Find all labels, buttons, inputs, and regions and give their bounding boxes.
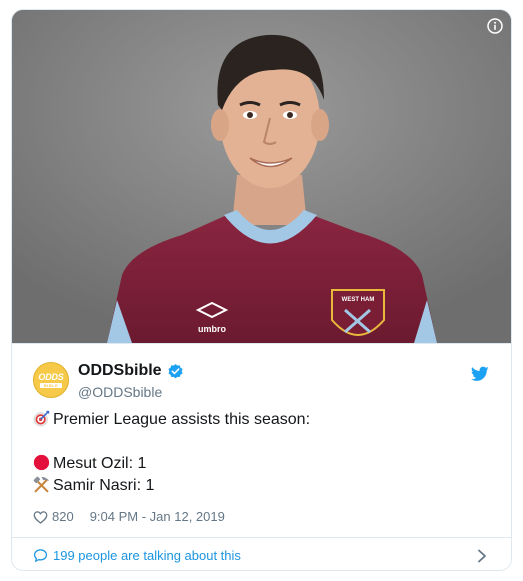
display-name[interactable]: ODDSbible — [78, 362, 162, 380]
verified-badge-icon — [168, 364, 183, 379]
tweet-line-3: Samir Nasri: 1 — [33, 475, 310, 497]
avatar-text-bottom: BIBLE — [40, 383, 62, 388]
tweet-line-2-text: Mesut Ozil: 1 — [53, 455, 147, 472]
tweet-header: ODDS BIBLE ODDSbible @ODDSbible — [12, 343, 511, 403]
west-ham-badge: WEST HAM — [331, 289, 385, 336]
svg-text:umbro: umbro — [198, 324, 227, 334]
heart-icon[interactable] — [33, 510, 48, 524]
player-photo: umbro WEST HAM — [12, 10, 511, 343]
tweet-card[interactable]: umbro WEST HAM ODDS BIBLE ODDSbible @ODD… — [11, 9, 512, 571]
speech-bubble-icon — [33, 549, 48, 563]
tweet-line-1: Premier League assists this season: — [33, 409, 310, 431]
svg-text:WEST HAM: WEST HAM — [342, 297, 375, 303]
avatar-text-top: ODDS — [38, 372, 64, 382]
tweet-photo[interactable]: umbro WEST HAM — [12, 10, 511, 343]
tweet-line-2: Mesut Ozil: 1 — [33, 453, 310, 475]
tweet-footer[interactable]: 199 people are talking about this — [12, 537, 511, 570]
tweet-line-1-text: Premier League assists this season: — [53, 411, 311, 428]
like-count[interactable]: 820 — [52, 509, 74, 524]
hammer-and-pick-emoji-icon — [33, 476, 50, 493]
twitter-bird-icon[interactable] — [471, 366, 489, 382]
tweet-line-3-text: Samir Nasri: 1 — [53, 477, 155, 494]
talking-about-link[interactable]: 199 people are talking about this — [33, 548, 241, 563]
info-icon[interactable] — [487, 18, 503, 34]
avatar[interactable]: ODDS BIBLE — [33, 362, 69, 398]
tweet-meta: 820 9:04 PM - Jan 12, 2019 — [33, 509, 225, 524]
direct-hit-emoji-icon — [33, 410, 50, 427]
chevron-right-icon[interactable] — [477, 549, 487, 563]
tweet-text: Premier League assists this season: Mesu… — [33, 409, 310, 497]
user-handle[interactable]: @ODDSbible — [78, 384, 162, 400]
talking-about-text[interactable]: 199 people are talking about this — [53, 548, 241, 563]
red-circle-emoji-icon — [33, 454, 50, 471]
tweet-timestamp[interactable]: 9:04 PM - Jan 12, 2019 — [90, 509, 225, 524]
